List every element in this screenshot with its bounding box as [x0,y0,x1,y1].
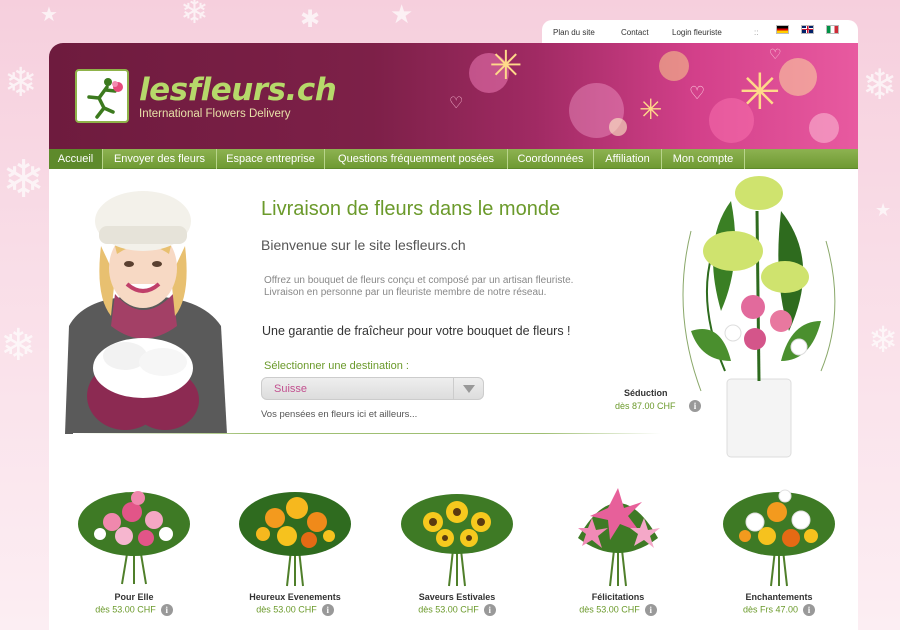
sparkle-icon: ✳ [489,43,523,89]
logo[interactable] [75,69,129,123]
snowflake-icon: ✱ [300,5,321,33]
main-card: ✳ ✳ ✳ ♡ ♡ ♡ lesfleurs.ch International F… [49,43,858,630]
flag-de-icon[interactable] [776,25,789,34]
bouquet-image[interactable] [397,478,517,588]
bokeh-decoration [659,51,689,81]
brand-name: lesfleurs.ch [139,72,337,108]
star-icon: ★ [40,2,58,26]
product-price: dès 53.00 CHF [579,604,640,615]
product-price-row: dès 53.00 CHF i [69,604,199,616]
bokeh-decoration [809,113,839,143]
product-name[interactable]: Saveurs Estivales [392,592,522,602]
snowflake-icon: ❄ [180,0,209,32]
nav-item-send-flowers[interactable]: Envoyer des fleurs [103,149,217,169]
nav-item-affiliation[interactable]: Affiliation [594,149,662,169]
product-card[interactable]: Pour Elle dès 53.00 CHF i [69,478,199,628]
product-price: dès 53.00 CHF [95,604,156,615]
divider [73,433,661,434]
heart-icon: ♡ [769,47,782,63]
product-price-row: dès 53.00 CHF i [392,604,522,616]
flag-it-icon[interactable] [826,25,839,34]
featured-product-name[interactable]: Séduction [624,388,668,398]
page-title: Livraison de fleurs dans le monde [261,198,561,220]
info-icon[interactable]: i [160,604,173,616]
info-icon[interactable]: i [321,604,334,616]
product-name[interactable]: Heureux Evenements [230,592,360,602]
product-card[interactable]: Saveurs Estivales dès 53.00 CHF i [392,478,522,628]
destination-value: Suisse [274,383,308,395]
destination-select[interactable]: Suisse [261,377,484,400]
freshness-guarantee: Une garantie de fraîcheur pour votre bou… [262,324,571,338]
product-price-row: dès Frs 47.00 i [714,604,844,616]
bokeh-decoration [779,58,817,96]
snowflake-icon: ❄ [2,150,46,210]
product-name[interactable]: Pour Elle [69,592,199,602]
main-nav: Accueil Envoyer des fleurs Espace entrep… [49,149,858,169]
intro-text: Offrez un bouquet de fleurs conçu et com… [264,275,574,298]
sparkle-icon: ✳ [639,93,663,126]
product-card[interactable]: Enchantements dès Frs 47.00 i [714,478,844,628]
sitemap-link[interactable]: Plan du site [553,28,595,37]
bokeh-decoration [609,118,627,136]
bouquet-image[interactable] [235,478,355,588]
nav-item-my-account[interactable]: Mon compte [662,149,745,169]
product-price: dès 53.00 CHF [418,604,479,615]
featured-product-price: dès 87.00 CHF [615,401,676,411]
top-links-bar: Plan du site Contact Login fleuriste :: [542,20,858,44]
chevron-down-icon[interactable] [453,378,483,399]
product-price-row: dès 53.00 CHF i [553,604,683,616]
info-icon[interactable]: i [689,400,701,412]
bouquet-image[interactable] [719,478,839,588]
snowflake-icon: ❄ [0,320,37,371]
florist-login-link[interactable]: Login fleuriste [672,28,722,37]
star-icon: ★ [875,200,892,221]
brand-subtitle: International Flowers Delivery [139,108,291,120]
header-banner: ✳ ✳ ✳ ♡ ♡ ♡ lesfleurs.ch International F… [49,43,858,149]
nav-item-business[interactable]: Espace entreprise [217,149,325,169]
info-icon[interactable]: i [644,604,657,616]
info-icon[interactable]: i [803,604,816,616]
heart-icon: ♡ [689,83,706,104]
star-icon: ★ [390,0,414,30]
snowflake-icon: ❄ [868,320,899,361]
link-separator: :: [754,28,759,37]
bouquet-image[interactable] [558,478,678,588]
product-price-row: dès 53.00 CHF i [230,604,360,616]
info-icon[interactable]: i [483,604,496,616]
contact-link[interactable]: Contact [621,28,649,37]
product-price: dès Frs 47.00 [742,604,799,615]
product-name[interactable]: Félicitations [553,592,683,602]
featured-bouquet-image[interactable] [661,171,851,461]
nav-item-contact-details[interactable]: Coordonnées [508,149,594,169]
bouquet-image[interactable] [74,478,194,588]
welcome-heading: Bienvenue sur le site lesfleurs.ch [261,237,466,253]
heart-icon: ♡ [449,93,464,112]
nav-item-faq[interactable]: Questions fréquemment posées [325,149,508,169]
delivery-runner-icon [87,78,123,119]
product-price: dès 53.00 CHF [256,604,317,615]
tagline: Vos pensées en fleurs ici et ailleurs... [261,409,418,420]
woman-with-snow-image [65,191,227,434]
snowflake-icon: ❄ [4,60,38,106]
product-card[interactable]: Félicitations dès 53.00 CHF i [553,478,683,628]
product-name[interactable]: Enchantements [714,592,844,602]
destination-label: Sélectionner une destination : [264,360,409,372]
product-card[interactable]: Heureux Evenements dès 53.00 CHF i [230,478,360,628]
sparkle-icon: ✳ [739,63,781,121]
nav-item-home[interactable]: Accueil [49,149,103,169]
flag-gb-icon[interactable] [801,25,814,34]
snowflake-icon: ❄ [862,60,898,109]
